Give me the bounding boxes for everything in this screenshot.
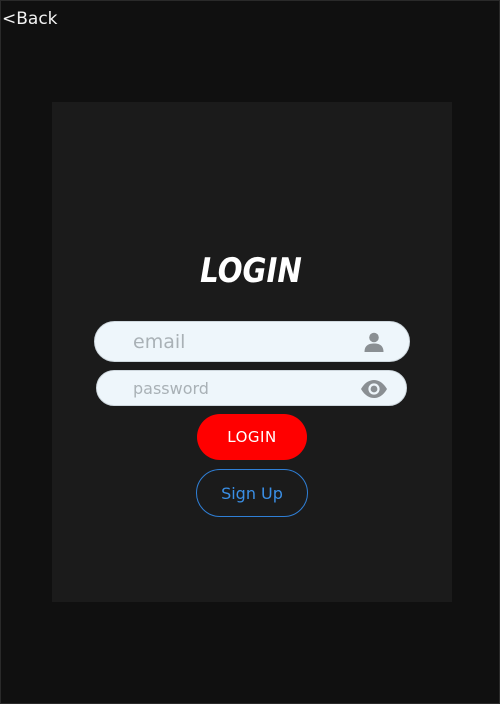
email-input[interactable] <box>95 322 409 361</box>
login-button[interactable]: LOGIN <box>197 414 307 460</box>
person-icon <box>363 331 385 353</box>
password-field-container <box>96 370 407 406</box>
back-link[interactable]: <Back <box>2 9 58 29</box>
app-window: <Back LOGIN LOGIN Sign Up <box>0 0 500 704</box>
email-field-container <box>94 321 410 362</box>
eye-icon[interactable] <box>360 376 388 402</box>
signup-button[interactable]: Sign Up <box>196 469 308 517</box>
login-title: LOGIN <box>200 251 302 291</box>
